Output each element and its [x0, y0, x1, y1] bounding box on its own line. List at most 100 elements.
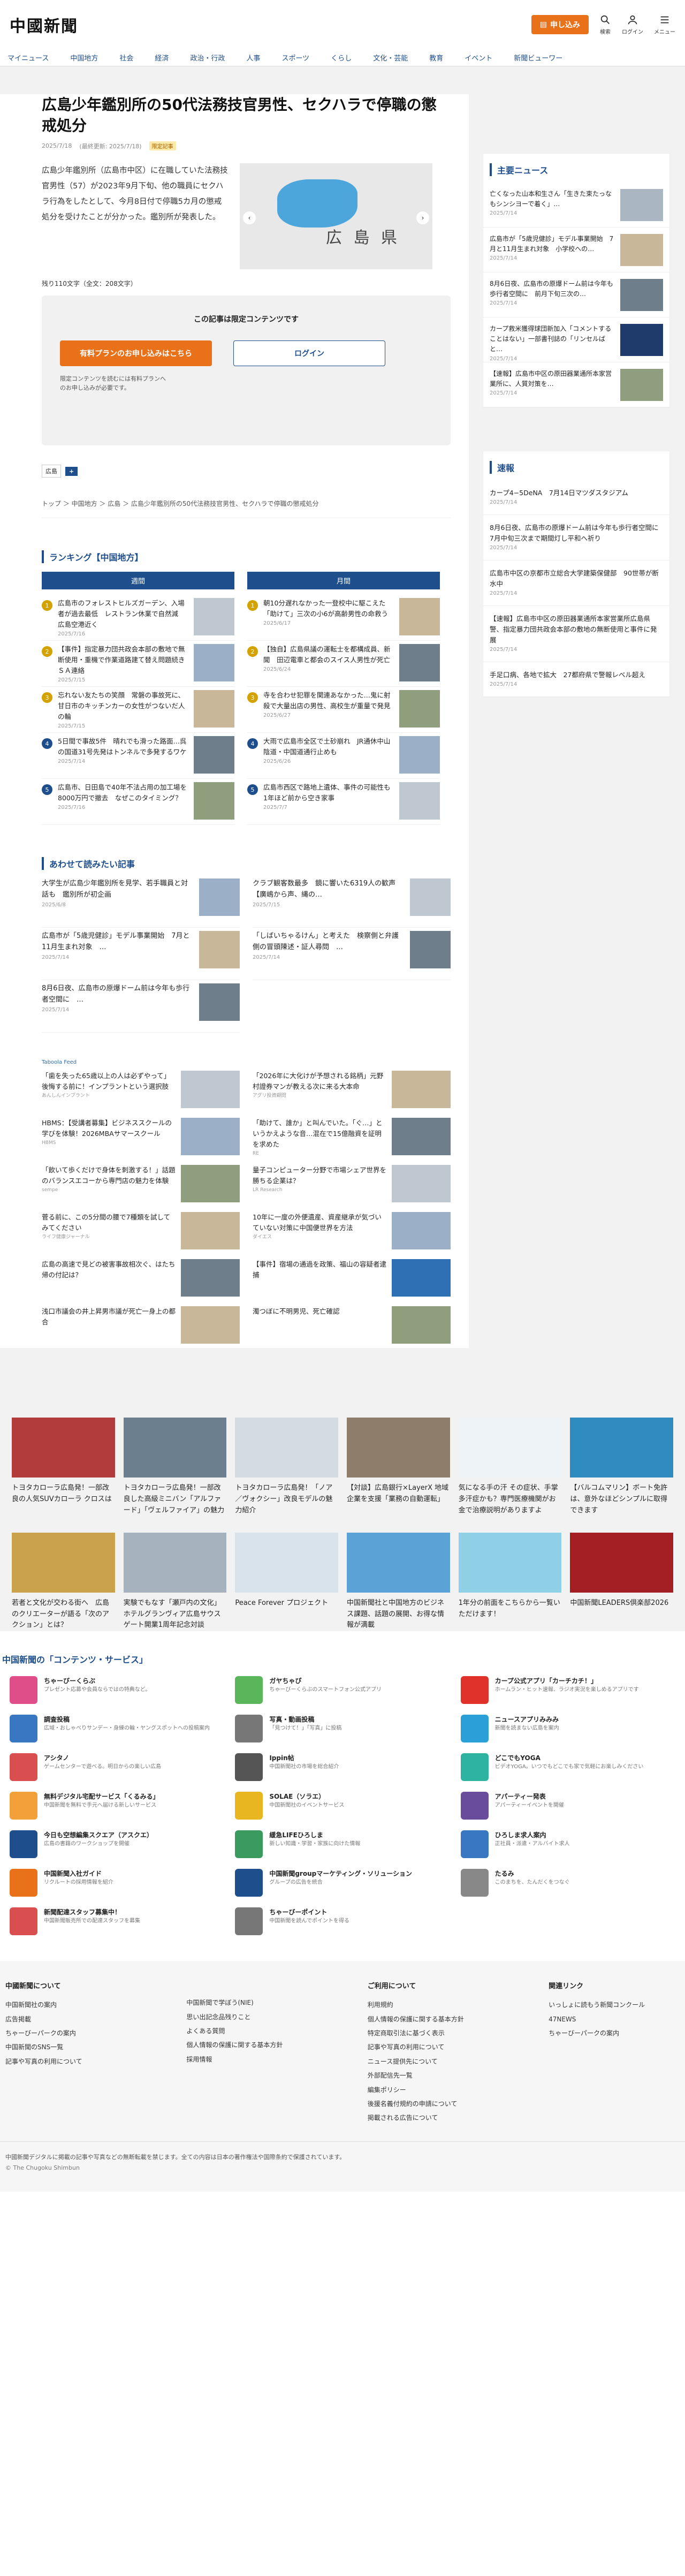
side-news-item[interactable]: 8月6日夜、広島市の原爆ドーム前は今年も歩行者空間に 前月下旬三次の… 2025/…: [483, 272, 669, 317]
promo-item[interactable]: 若者と文化が交わる街へ 広島のクリエーターが語る「次のアクション」とは？: [12, 1532, 115, 1631]
service-item[interactable]: アパーティー発表 アパーティーイベントを開催: [460, 1792, 675, 1824]
nav-item[interactable]: くらし: [331, 52, 352, 63]
ad-item[interactable]: 「助けて、誰か」と叫んでいた。「ぐ…」というかえような音…混在で15億融資を証明…: [253, 1118, 451, 1160]
subscribe-button[interactable]: 有料プランのお申し込みはこちら: [60, 340, 212, 367]
footer-link[interactable]: よくある質問: [186, 2024, 356, 2038]
prev-arrow-icon[interactable]: ‹: [243, 211, 256, 225]
service-item[interactable]: 中国新聞groupマーケティング・ソリューション グループの広告を統合: [235, 1869, 450, 1901]
footer-link[interactable]: 採用情報: [186, 2052, 356, 2066]
apply-button[interactable]: ▤ 申し込み: [531, 15, 589, 34]
flash-item[interactable]: 広島市中区の京都市立総合大学建築保健部 90世帯が断水中 2025/7/14: [483, 560, 669, 606]
ad-item[interactable]: 広島の高速で見どの被害事故相次ぐ、はたち帰の付記は？: [42, 1259, 240, 1301]
footer-link[interactable]: 利用規約: [368, 1998, 538, 2012]
ad-item[interactable]: 量子コンピューター分野で市場シェア世界を勝ちる企業は？ LR Research: [253, 1165, 451, 1207]
nav-item[interactable]: スポーツ: [281, 52, 309, 63]
footer-link[interactable]: 後援名義付規約の申請について: [368, 2097, 538, 2111]
footer-link[interactable]: 記事や写真の利用について: [5, 2055, 176, 2069]
next-arrow-icon[interactable]: ›: [416, 211, 429, 225]
flash-item[interactable]: カープ4−5DeNA 7月14日マツダスタジアム 2025/7/14: [483, 480, 669, 515]
ad-item[interactable]: 10年に一度の外便遺産、資産継承が気づいていない対策に中国便世界を方法 ダイエス: [253, 1212, 451, 1254]
follow-plus-icon[interactable]: +: [65, 466, 78, 476]
ad-item[interactable]: 【事件】宿場の通過を政策、福山の容疑者逮捕: [253, 1259, 451, 1301]
related-item[interactable]: 広島市が「5歳児健診」モデル事業開始 7月と11月生まれ対象 … 2025/7/1…: [42, 931, 240, 981]
side-news-item[interactable]: 広島市が「5歳児健診」モデル事業開始 7月と11月生まれ対象 小学校への… 202…: [483, 228, 669, 272]
menu-button[interactable]: メニュー: [654, 14, 675, 35]
service-item[interactable]: どこでもYOGA ビデオYOGA。いつでもどこでも家で気軽にお楽しみください: [460, 1753, 675, 1785]
ad-item[interactable]: 「歯を失った65歳以上の人は必ずやって」後悔する前に！インプラントという選択肢あ…: [42, 1071, 240, 1112]
service-item[interactable]: Ippin帖 中国新聞社の市場を総合紹介: [235, 1753, 450, 1785]
related-item[interactable]: クラブ観客数最多 鏡に響いた6319人の歓声【廣嶋から声、縄の… 2025/7/1…: [253, 878, 451, 928]
ranking-item[interactable]: 4 大雨で広島市全区で土砂崩れ JR通休中山陰道・中国道通行止めも 2025/6/2…: [247, 733, 440, 779]
ranking-item[interactable]: 3 寺を合わせ犯罪を関連あなかった…鬼に射殺で大量出店の男性、高校生が重量で発見 2…: [247, 687, 440, 733]
ranking-item[interactable]: 1 広島市のフォレストヒルズガーデン、入場者が過去最低 レストラン休業で自然減 広…: [42, 595, 234, 641]
footer-link[interactable]: 中国新聞で学ぼう(NIE): [186, 1996, 356, 2010]
nav-item[interactable]: マイニュース: [7, 52, 49, 63]
promo-item[interactable]: 1年分の前面をこちらから一覧いただけます！: [458, 1532, 562, 1631]
promo-item[interactable]: 【対談】広島銀行×LayerX 地域企業を支援「業務の自動運転」: [347, 1418, 450, 1516]
service-item[interactable]: 中国新聞入社ガイド リクルートの採用情報を紹介: [10, 1869, 224, 1901]
footer-link[interactable]: 掲載される広告について: [368, 2111, 538, 2125]
promo-item[interactable]: 気になる手の汗 その症状、手掌多汗症かも？専門医療機関がお金で治療説明があります…: [458, 1418, 562, 1516]
search-button[interactable]: 検索: [599, 14, 611, 35]
service-item[interactable]: 無料デジタル宅配サービス「くるみる」 中国新聞を無料で手元へ届ける新しいサービス: [10, 1792, 224, 1824]
nav-item[interactable]: 中国地方: [70, 52, 98, 63]
promo-item[interactable]: 中国新聞LEADERS倶楽部2026: [570, 1532, 673, 1631]
service-item[interactable]: ニュースアプリみみみ 新聞を読まない広島を案内: [460, 1715, 675, 1747]
tab-monthly[interactable]: 月間: [247, 572, 440, 590]
ranking-item[interactable]: 3 忘れない友たちの笑顔 常磐の事故死に、甘日市のキッチンカーの女性がつないだ人の…: [42, 687, 234, 733]
ranking-item[interactable]: 1 朝10分遅れなかった一登校中に駆こえた「助けて」三次の小6が高齢男性の命救う 2…: [247, 595, 440, 641]
ranking-item[interactable]: 2 【事件】指定暴力団共政会本部の敷地で無断使用・重機で作業道路建て替え問題続きＳ…: [42, 641, 234, 687]
footer-link[interactable]: 個人情報の保護に関する基本方針: [186, 2038, 356, 2052]
service-item[interactable]: アシタノ ゲームセンターで遊べる。明日からの楽しい広島: [10, 1753, 224, 1785]
ad-item[interactable]: 浅口市議会の井上昇男市議が死亡一身上の都合: [42, 1306, 240, 1348]
ranking-item[interactable]: 2 【独自】広島県議の運転士を都構成員、新聞 田辺電車と都会のスイス人男性が死亡 2…: [247, 641, 440, 687]
tab-weekly[interactable]: 週間: [42, 572, 234, 590]
nav-item[interactable]: 経済: [155, 52, 169, 63]
flash-news-title[interactable]: 速報: [490, 461, 669, 474]
related-item[interactable]: 「しばいちゃるけん」と考えた 検察側と弁護側の冒頭陳述・証人尋問 … 2025/7…: [253, 931, 451, 981]
related-item[interactable]: 大学生が広島少年鑑別所を見学、若手職員と対話も 鑑別所が初企画 2025/6/8: [42, 878, 240, 928]
nav-item[interactable]: 人事: [246, 52, 260, 63]
main-news-title[interactable]: 主要ニュース: [490, 163, 669, 176]
footer-link[interactable]: 個人情報の保護に関する基本方針: [368, 2012, 538, 2026]
footer-link[interactable]: 特定商取引法に基づく表示: [368, 2026, 538, 2040]
service-item[interactable]: カープ公式アプリ「カーチカチ！」 ホームラン・ヒット速報、ラジオ実況を楽しめるアプ…: [460, 1676, 675, 1708]
footer-link[interactable]: 思い出記念品残りこと: [186, 2010, 356, 2024]
side-news-item[interactable]: 【速報】広島市中区の原田器業通所本家営業所に、人質対策を… 2025/7/14: [483, 362, 669, 407]
ad-item[interactable]: 「2026年に大化けが予想される銘柄」元野村證券マンが教える次に来る大本命 アグリ…: [253, 1071, 451, 1112]
ad-item[interactable]: HBMS：【受講者募集】ビジネススクールの学びを体験！2026MBAサマースクー…: [42, 1118, 240, 1160]
footer-link[interactable]: 広告掲載: [5, 2012, 176, 2026]
login-button[interactable]: ログイン: [622, 14, 643, 35]
service-item[interactable]: ひろしま求人案内 正社員・派遣・アルバイト求人: [460, 1830, 675, 1862]
promo-item[interactable]: トヨタカローラ広島発！一部改良した高級ミニバン「アルファード」「ヴェルファイア」…: [123, 1418, 227, 1516]
nav-item[interactable]: 教育: [429, 52, 443, 63]
promo-item[interactable]: 実験でもなす「瀬戸内の文化」ホテルグランヴィア広島サウスゲート開業1周年記念対談: [123, 1532, 227, 1631]
flash-item[interactable]: 8月6日夜、広島市の原爆ドーム前は今年も歩行者空間に 7月中旬三次まで期間灯し平…: [483, 515, 669, 560]
flash-item[interactable]: 【速報】広島市中区の原田器業通所本家営業所広島県警、指定暴力団共政会本部の敷地の…: [483, 606, 669, 662]
tag-hiroshima[interactable]: 広島: [42, 465, 61, 478]
footer-link[interactable]: ニュース提供先について: [368, 2055, 538, 2069]
footer-link[interactable]: 編集ポリシー: [368, 2083, 538, 2097]
side-news-item[interactable]: 亡くなった山本和生さん「生きた束たっなもシンシヨーで着く」… 2025/7/14: [483, 183, 669, 228]
ranking-item[interactable]: 5 広島市西区で路地上遺体、事件の可能性も 1年ほど前から空き家事 2025/7/7: [247, 779, 440, 825]
footer-link[interactable]: ちゃーびーパークの案内: [5, 2026, 176, 2040]
nav-item[interactable]: 新聞ビューワー: [514, 52, 562, 63]
ranking-item[interactable]: 4 5日間で事故5件 晴れでも滑った路面…呉の国道31号先発はトンネルで多発するワ…: [42, 733, 234, 779]
breadcrumb[interactable]: トップ ＞ 中国地方 ＞ 広島 ＞ 広島少年鑑別所の50代法務技官男性、セクハラ…: [42, 499, 451, 519]
nav-item[interactable]: 政治・行政: [190, 52, 225, 63]
promo-item[interactable]: トヨタカローラ広島発！「ノア／ヴォクシー」改良モデルの魅力紹介: [235, 1418, 338, 1516]
ad-item[interactable]: 菅る前に、この5分間の腰で7種類を試してみてください ライフ健康ジャーナル: [42, 1212, 240, 1254]
service-item[interactable]: ちゃーびーポイント 中国新聞を読んでポイントを得る: [235, 1907, 450, 1939]
related-item[interactable]: 8月6日夜、広島市の原爆ドーム前は今年も歩行者空間に … 2025/7/14: [42, 983, 240, 1033]
service-item[interactable]: 新聞配達スタッフ募集中！ 中国新聞販売所での配達スタッフを募集: [10, 1907, 224, 1939]
service-item[interactable]: 調査投稿 広域・おしゃべりサンデー・身練の輪・ヤングスポットへの投稿案内: [10, 1715, 224, 1747]
footer-link[interactable]: 47NEWS: [549, 2012, 680, 2026]
footer-link[interactable]: ちゃーびーパークの案内: [549, 2026, 680, 2040]
login-link-button[interactable]: ログイン: [233, 340, 385, 367]
nav-item[interactable]: イベント: [465, 52, 492, 63]
flash-item[interactable]: 手足口病、各地で拡大 27都府県で警報レベル超え 2025/7/14: [483, 662, 669, 697]
footer-link[interactable]: いっしょに読もう新聞コンクール: [549, 1998, 680, 2012]
promo-item[interactable]: トヨタカローラ広島発！一部改良の人気SUVカローラ クロスは: [12, 1418, 115, 1516]
service-item[interactable]: 写真・動画投稿 「見つけて！」「写真」に投稿: [235, 1715, 450, 1747]
footer-link[interactable]: 中国新聞社の案内: [5, 1998, 176, 2012]
